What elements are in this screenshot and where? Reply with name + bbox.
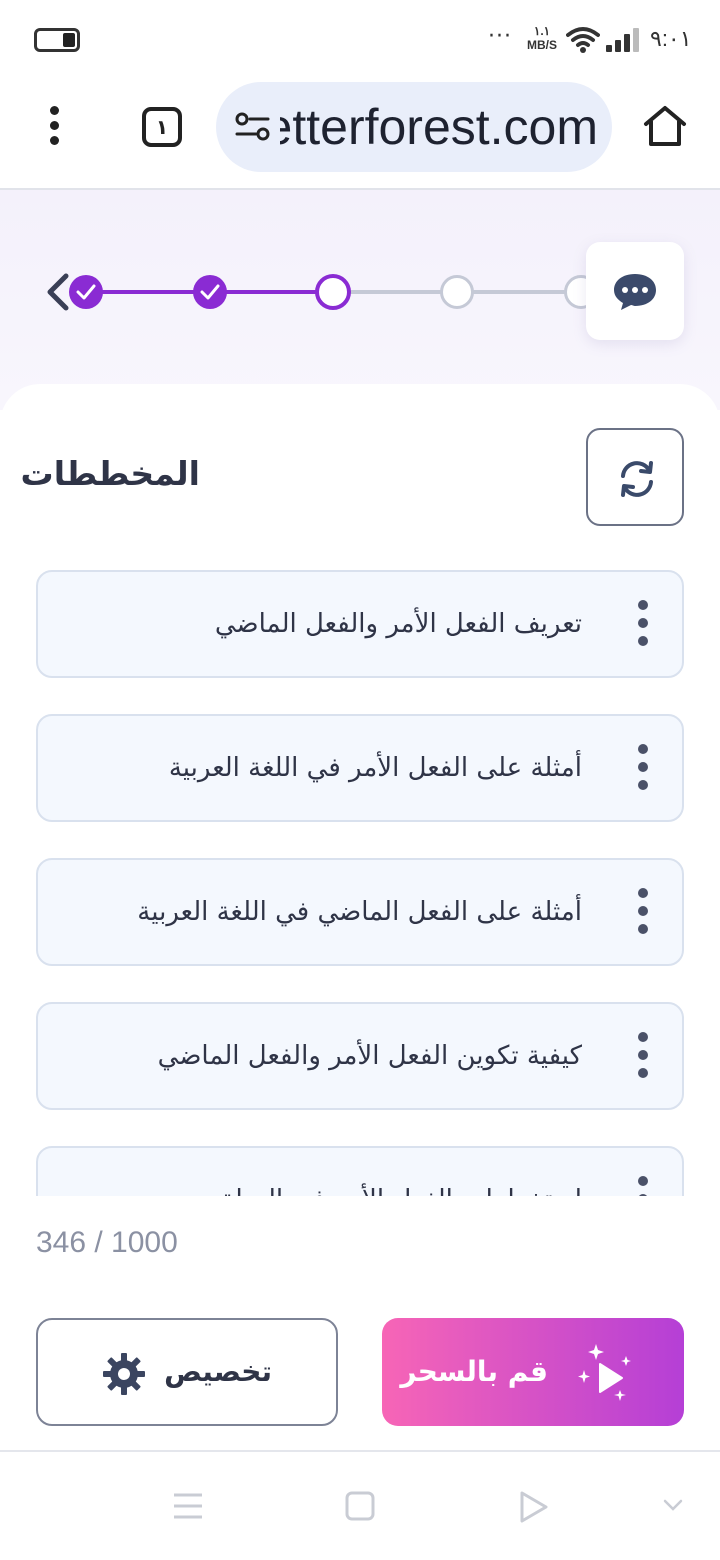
section-title: المخططات (20, 454, 200, 493)
outline-item-text: أمثلة على الفعل الماضي في اللغة العربية (137, 897, 582, 927)
outline-item[interactable]: تعريف الفعل الأمر والفعل الماضي (36, 570, 684, 678)
browser-toolbar: ١ letterforest.com (0, 82, 720, 190)
back-chevron-icon[interactable] (44, 272, 70, 312)
site-settings-icon[interactable] (234, 112, 272, 142)
chat-bubble-icon (614, 274, 656, 310)
outline-item[interactable]: استخدامات الفعل الأمر في الحياة (36, 1146, 684, 1196)
status-bar: ··· ١.١ MB/S ٩:٠١ (0, 0, 720, 82)
do-magic-button[interactable]: قم بالسحر (382, 1318, 684, 1426)
status-time: ٩:٠١ (650, 26, 692, 51)
step-4-pending[interactable] (440, 275, 474, 309)
gear-icon (103, 1353, 145, 1395)
sparkle-play-icon (578, 1344, 631, 1401)
outline-item[interactable]: أمثلة على الفعل الأمر في اللغة العربية (36, 714, 684, 822)
character-counter: 346 / 1000 (36, 1226, 178, 1259)
step-1-complete[interactable] (69, 275, 103, 309)
status-more-indicator: ··· (488, 24, 512, 49)
wifi-icon (566, 27, 600, 53)
customize-button-label: تخصيص (164, 1355, 272, 1388)
refresh-button[interactable] (586, 428, 684, 526)
url-text: letterforest.com (280, 99, 598, 155)
outline-item-text: أمثلة على الفعل الأمر في اللغة العربية (168, 753, 582, 783)
recent-apps-icon[interactable] (172, 1492, 204, 1520)
more-options-icon[interactable] (634, 744, 652, 794)
outline-item-text: استخدامات الفعل الأمر في الحياة (222, 1148, 582, 1196)
system-navigation-bar (0, 1452, 720, 1560)
magic-button-label: قم بالسحر (400, 1355, 548, 1388)
outline-item-text: كيفية تكوين الفعل الأمر والفعل الماضي (157, 1041, 582, 1071)
refresh-icon (621, 461, 653, 497)
outline-item[interactable]: أمثلة على الفعل الماضي في اللغة العربية (36, 858, 684, 966)
address-bar[interactable]: letterforest.com (216, 82, 612, 172)
network-speed-unit: MB/S (527, 38, 557, 52)
more-options-icon[interactable] (634, 1176, 652, 1196)
customize-button[interactable]: تخصيص (36, 1318, 338, 1426)
signal-icon (606, 28, 639, 52)
outline-item-text: تعريف الفعل الأمر والفعل الماضي (214, 609, 582, 639)
outlines-card: المخططات تعريف الفعل الأمر والفعل الماضي… (0, 384, 720, 1290)
home-icon[interactable] (642, 104, 688, 148)
back-nav-icon[interactable] (518, 1490, 550, 1524)
collapse-nav-chevron-icon[interactable] (662, 1498, 684, 1512)
home-nav-icon[interactable] (344, 1490, 376, 1522)
step-3-current[interactable] (315, 274, 351, 310)
battery-icon (34, 28, 80, 52)
tab-switcher-button[interactable]: ١ (142, 107, 182, 147)
outline-item[interactable]: كيفية تكوين الفعل الأمر والفعل الماضي (36, 1002, 684, 1110)
more-options-icon[interactable] (634, 888, 652, 938)
progress-header (0, 190, 720, 410)
more-options-icon[interactable] (634, 600, 652, 650)
step-2-complete[interactable] (193, 275, 227, 309)
browser-menu-button[interactable] (40, 102, 68, 146)
network-speed: ١.١ MB/S (522, 24, 562, 52)
chat-button[interactable] (586, 242, 684, 340)
more-options-icon[interactable] (634, 1032, 652, 1082)
outline-list[interactable]: تعريف الفعل الأمر والفعل الماضي أمثلة عل… (36, 570, 684, 1196)
action-footer: تخصيص قم بالسحر (0, 1290, 720, 1452)
network-speed-value: ١.١ (533, 24, 551, 38)
